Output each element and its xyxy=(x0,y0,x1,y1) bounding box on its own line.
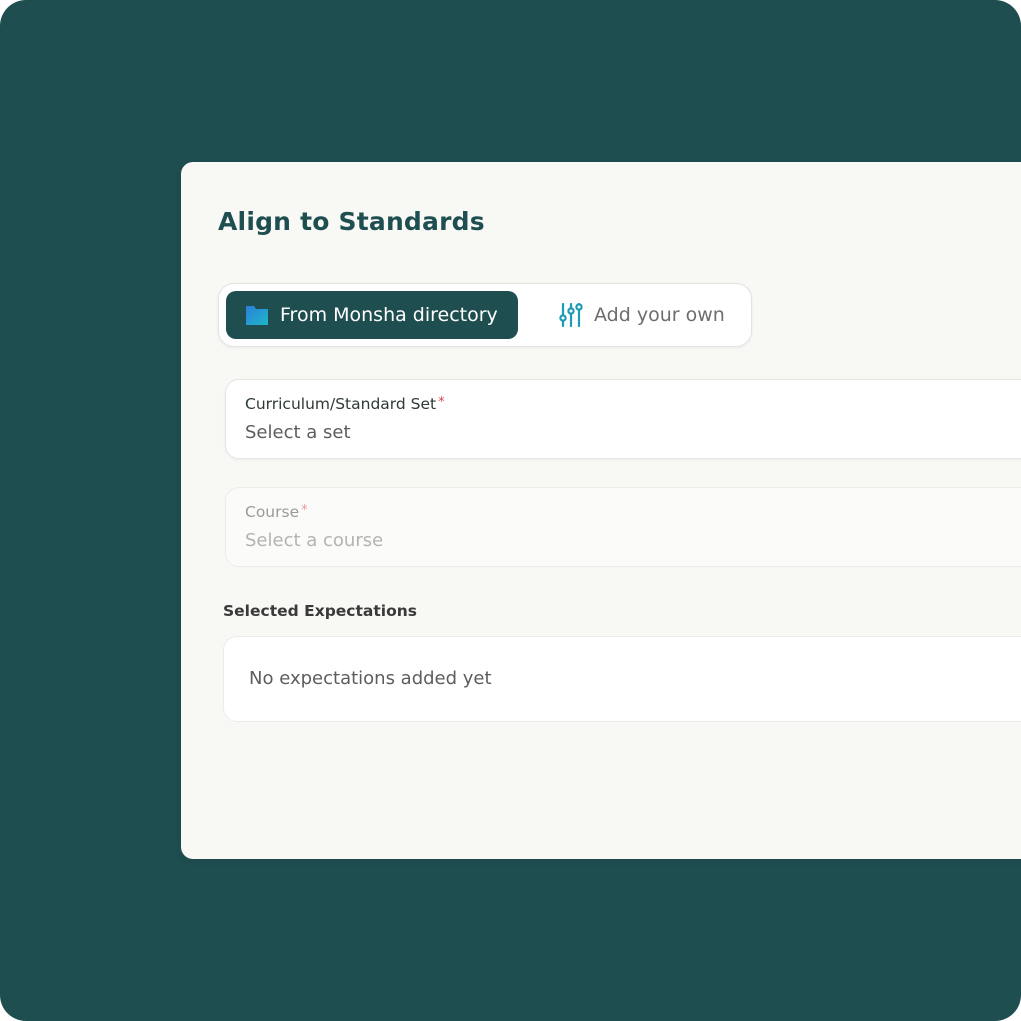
curriculum-required-mark: * xyxy=(438,395,445,410)
from-directory-label: From Monsha directory xyxy=(280,304,498,326)
course-select[interactable]: Course * Select a course xyxy=(225,487,1021,567)
folder-icon xyxy=(244,302,270,328)
course-placeholder: Select a course xyxy=(245,530,384,551)
curriculum-placeholder: Select a set xyxy=(245,422,351,443)
expectations-empty-text: No expectations added yet xyxy=(249,668,492,689)
from-directory-tab[interactable]: From Monsha directory xyxy=(226,291,518,339)
add-your-own-label: Add your own xyxy=(594,304,725,326)
curriculum-label-wrap: Curriculum/Standard Set * xyxy=(245,395,445,413)
background-frame: Align to Standards From Monsha directory… xyxy=(0,0,1021,1021)
selected-expectations-heading: Selected Expectations xyxy=(223,602,417,620)
curriculum-label: Curriculum/Standard Set xyxy=(245,395,437,413)
expectations-list: No expectations added yet xyxy=(223,636,1021,722)
dialog-title: Align to Standards xyxy=(218,207,485,236)
add-your-own-tab[interactable]: Add your own xyxy=(548,291,748,339)
curriculum-select[interactable]: Curriculum/Standard Set * Select a set xyxy=(225,379,1021,459)
course-label: Course xyxy=(245,503,300,521)
align-standards-dialog: Align to Standards From Monsha directory… xyxy=(181,162,1021,859)
sliders-icon xyxy=(558,302,584,328)
source-toggle: From Monsha directory Add your own xyxy=(218,283,752,347)
course-label-wrap: Course * xyxy=(245,503,308,521)
course-required-mark: * xyxy=(301,503,308,518)
